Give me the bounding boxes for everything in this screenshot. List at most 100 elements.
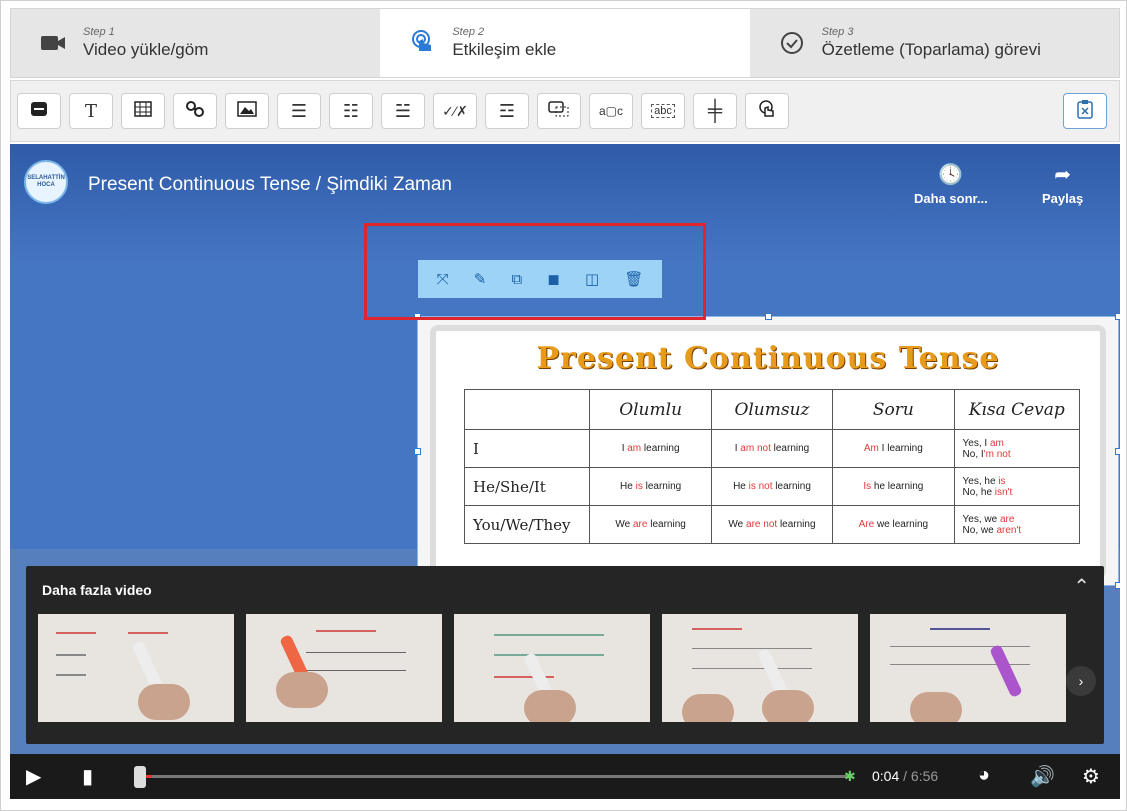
- settings-gear-icon[interactable]: ⚙: [1082, 764, 1100, 789]
- step-2-tab[interactable]: Step 2 Etkileşim ekle: [380, 9, 750, 77]
- positive-cell: He is learning: [589, 467, 712, 506]
- interaction-table-card[interactable]: Present Continuous Tense Olumlu Olumsuz …: [414, 313, 1120, 589]
- video-title[interactable]: Present Continuous Tense / Şimdiki Zaman: [88, 174, 452, 196]
- channel-avatar[interactable]: SELAHATTİN HOCA: [24, 160, 68, 204]
- image-tool-button[interactable]: [225, 93, 269, 129]
- step-label: Etkileşim ekle: [452, 39, 557, 59]
- resize-handle[interactable]: [414, 448, 421, 455]
- touch-icon: [757, 99, 777, 124]
- statements-tool-button[interactable]: ☰: [277, 93, 321, 129]
- pronoun-cell: I: [463, 429, 591, 468]
- highlight-box: [364, 223, 706, 320]
- table-header: Olumlu: [589, 389, 712, 430]
- more-videos-title: Daha fazla video: [42, 582, 152, 598]
- paste-button[interactable]: [1063, 93, 1107, 129]
- video-thumbnail[interactable]: [454, 614, 650, 722]
- short-answer-cell: Yes, he is No, he isn't: [953, 467, 1081, 506]
- negative-cell: I am not learning: [710, 429, 834, 468]
- true-false-icon: ✓⁄✗: [442, 102, 468, 119]
- bullet-list-icon: ☷: [342, 100, 360, 121]
- label-icon: [30, 101, 48, 122]
- video-thumbnail[interactable]: [246, 614, 442, 722]
- negative-cell: He is not learning: [710, 467, 834, 506]
- drag-text-tool-button[interactable]: ☲: [485, 93, 529, 129]
- positive-cell: I am learning: [589, 429, 712, 468]
- share-label: Paylaş: [1042, 191, 1084, 206]
- video-thumbnail[interactable]: [870, 614, 1066, 722]
- label-tool-button[interactable]: [17, 93, 61, 129]
- table-header: Olumsuz: [710, 389, 834, 430]
- table-header: Soru: [832, 389, 955, 430]
- video-thumbnail[interactable]: [662, 614, 858, 722]
- table-row: He/She/It He is learning He is not learn…: [463, 467, 1081, 506]
- step-1-tab[interactable]: Step 1 Video yükle/göm: [11, 9, 380, 77]
- step-number: Step 3: [821, 25, 854, 38]
- table-header: [463, 389, 591, 430]
- step-number: Step 2: [452, 25, 485, 38]
- resize-handle[interactable]: [1115, 313, 1120, 320]
- fill-blanks-tool-button[interactable]: a▢c: [589, 93, 633, 129]
- seek-handle[interactable]: [134, 766, 146, 788]
- speed-gauge-icon[interactable]: ◕: [978, 764, 990, 787]
- video-camera-icon: [39, 29, 67, 57]
- whiteboard-frame: Present Continuous Tense Olumlu Olumsuz …: [430, 325, 1106, 579]
- table-header-row: Olumlu Olumsuz Soru Kısa Cevap: [463, 389, 1081, 430]
- text-icon: T: [84, 100, 97, 122]
- list-icon: ☰: [290, 100, 308, 121]
- link-tool-button[interactable]: [173, 93, 217, 129]
- question-cell: Am I learning: [832, 429, 955, 468]
- pronoun-cell: He/She/It: [463, 467, 591, 506]
- table-icon: [134, 100, 152, 122]
- more-videos-panel: Daha fazla video ⌃ ›: [26, 566, 1104, 744]
- positive-cell: We are learning: [589, 505, 712, 544]
- question-cell: Are we learning: [832, 505, 955, 544]
- resize-handle[interactable]: [1115, 582, 1120, 589]
- clipboard-icon: [1076, 99, 1094, 124]
- table-title: Present Continuous Tense: [536, 341, 1000, 376]
- check-circle-icon: [778, 29, 806, 57]
- image-icon: [237, 100, 257, 122]
- share-arrow-icon: ➦: [1054, 164, 1071, 186]
- checklist-icon: ☱: [394, 100, 412, 121]
- table-row: You/We/They We are learning We are not l…: [463, 505, 1081, 544]
- seek-bar[interactable]: [138, 775, 848, 778]
- signpost-icon: ╪: [707, 99, 723, 122]
- resize-handle[interactable]: [1115, 448, 1120, 455]
- step-label: Video yükle/göm: [83, 39, 209, 59]
- chevron-up-icon[interactable]: ⌃: [1073, 574, 1090, 599]
- touch-icon: [408, 29, 436, 57]
- watch-later-button[interactable]: 🕓 Daha sonr...: [914, 162, 988, 206]
- step-label: Özetleme (Toparlama) görevi: [821, 39, 1041, 59]
- text-field-tool-button[interactable]: abc: [641, 93, 685, 129]
- watch-later-label: Daha sonr...: [914, 191, 988, 206]
- crossroads-tool-button[interactable]: ╪: [693, 93, 737, 129]
- play-icon[interactable]: ▶: [26, 764, 41, 789]
- drag-text-icon: ☲: [498, 100, 516, 121]
- step-number: Step 1: [83, 25, 115, 38]
- true-false-tool-button[interactable]: ✓⁄✗: [433, 93, 477, 129]
- text-tool-button[interactable]: T: [69, 93, 113, 129]
- drag-drop-tool-button[interactable]: [537, 93, 581, 129]
- player-controls: ▶ ▮ ✱ 0:04 / 6:56 ◕ 🔊 ⚙: [10, 754, 1120, 799]
- multiple-choice-tool-button[interactable]: ☱: [381, 93, 425, 129]
- resize-handle[interactable]: [765, 313, 772, 320]
- clock-icon: 🕓: [938, 164, 964, 186]
- steps-bar: Step 1 Video yükle/göm Step 2 Etkileşim …: [10, 8, 1120, 78]
- table-row: I I am learning I am not learning Am I l…: [463, 429, 1081, 468]
- chevron-right-icon[interactable]: ›: [1066, 666, 1096, 696]
- hotspot-tool-button[interactable]: [745, 93, 789, 129]
- step-3-tab[interactable]: Step 3 Özetleme (Toparlama) görevi: [750, 9, 1119, 77]
- short-answer-cell: Yes, we are No, we aren't: [953, 505, 1081, 544]
- single-choice-tool-button[interactable]: ☷: [329, 93, 373, 129]
- volume-icon[interactable]: 🔊: [1030, 764, 1055, 789]
- table-tool-button[interactable]: [121, 93, 165, 129]
- bookmark-icon[interactable]: ▮: [82, 764, 93, 789]
- share-button[interactable]: ➦ Paylaş: [1042, 162, 1083, 206]
- short-answer-cell: Yes, I am No, I'm not: [953, 429, 1081, 468]
- video-thumbnail[interactable]: [38, 614, 234, 722]
- grammar-table: Olumlu Olumsuz Soru Kısa Cevap I I am le…: [463, 389, 1081, 544]
- summary-marker-icon[interactable]: ✱: [844, 768, 856, 785]
- interaction-toolbar: T ☰ ☷ ☱ ✓⁄✗ ☲ a▢c abc ╪: [10, 80, 1120, 142]
- video-player[interactable]: SELAHATTİN HOCA Present Continuous Tense…: [10, 144, 1120, 799]
- table-header: Kısa Cevap: [953, 389, 1081, 430]
